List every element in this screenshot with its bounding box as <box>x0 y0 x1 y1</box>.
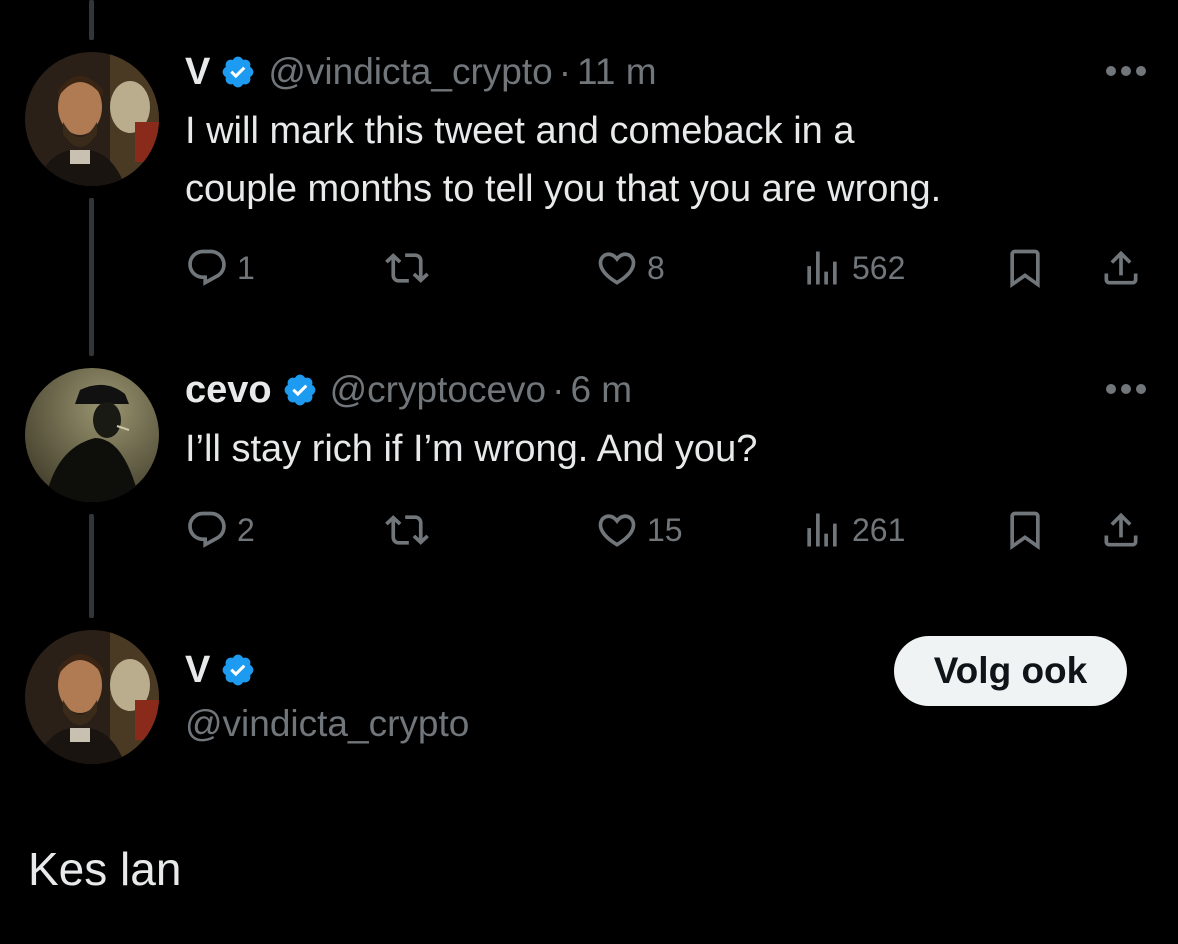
like-icon <box>598 252 636 285</box>
focused-handle-row: @vindicta_crypto <box>185 700 469 748</box>
like-button[interactable]: 15 <box>595 508 683 552</box>
verified-badge-icon <box>222 654 254 686</box>
like-count: 8 <box>647 249 665 286</box>
share-icon <box>1104 512 1138 547</box>
tweet-text-line-1: I’ll stay rich if I’m wrong. And you? <box>185 428 758 470</box>
avatar-vindicta[interactable] <box>25 630 159 764</box>
tweet-text-line-1: I will mark this tweet and comeback in a <box>185 110 855 152</box>
timestamp[interactable]: 6 m <box>570 369 632 411</box>
thread-line-top <box>89 0 94 40</box>
separator-dot: · <box>558 51 572 92</box>
avatar-vindicta[interactable] <box>25 52 159 186</box>
reply-button[interactable]: 2 <box>185 508 255 552</box>
views-count: 562 <box>852 249 906 286</box>
author-name[interactable]: V <box>185 649 210 692</box>
share-button[interactable] <box>1099 508 1143 552</box>
bookmark-button[interactable] <box>1003 246 1047 290</box>
tweet-2-actions: 2 15 261 <box>185 508 1155 552</box>
tweet-text: I’ll stay rich if I’m wrong. And you? <box>185 420 757 478</box>
tweet-1-header: V @vindicta_crypto · 11 m <box>185 48 657 96</box>
retweet-button[interactable] <box>385 508 429 552</box>
more-icon[interactable] <box>1104 382 1148 396</box>
retweet-icon <box>385 253 429 283</box>
verified-badge-icon <box>222 56 254 88</box>
reply-icon <box>188 511 226 548</box>
reply-icon <box>188 249 226 286</box>
more-icon[interactable] <box>1104 64 1148 78</box>
retweet-icon <box>385 515 429 545</box>
share-icon <box>1104 250 1138 285</box>
avatar-cevo[interactable] <box>25 368 159 502</box>
reply-count: 2 <box>237 511 255 548</box>
share-button[interactable] <box>1099 246 1143 290</box>
tweet-1-actions: 1 8 562 <box>185 246 1155 290</box>
tweet-text-line-2: couple months to tell you that you are w… <box>185 168 942 210</box>
thread-line-1 <box>89 198 94 356</box>
bookmark-icon <box>1010 249 1040 289</box>
author-handle[interactable]: @cryptocevo <box>330 369 546 411</box>
tweet-text: I will mark this tweet and comeback in a… <box>185 102 941 218</box>
like-count: 15 <box>647 511 683 548</box>
retweet-button[interactable] <box>385 246 429 290</box>
reply-button[interactable]: 1 <box>185 246 255 290</box>
author-name[interactable]: V <box>185 51 210 94</box>
like-button[interactable]: 8 <box>595 246 665 290</box>
timestamp[interactable]: 11 m <box>577 51 657 93</box>
author-handle[interactable]: @vindicta_crypto <box>268 51 552 93</box>
separator-dot: · <box>552 369 565 410</box>
bookmark-button[interactable] <box>1003 508 1047 552</box>
tweet-text: Kes lan <box>28 843 182 895</box>
author-name[interactable]: cevo <box>185 369 272 412</box>
views-icon <box>807 251 837 285</box>
tweet-2-header: cevo @cryptocevo · 6 m <box>185 366 632 414</box>
views-button[interactable]: 261 <box>800 508 905 552</box>
focused-name-row: V <box>185 646 268 694</box>
bookmark-icon <box>1010 511 1040 551</box>
like-icon <box>598 514 636 547</box>
follow-button[interactable]: Volg ook <box>894 636 1127 706</box>
views-icon <box>807 513 837 547</box>
reply-count: 1 <box>237 249 255 286</box>
views-button[interactable]: 562 <box>800 246 905 290</box>
author-handle[interactable]: @vindicta_crypto <box>185 703 469 745</box>
thread-line-2 <box>89 514 94 618</box>
verified-badge-icon <box>284 374 315 406</box>
views-count: 261 <box>852 511 906 548</box>
